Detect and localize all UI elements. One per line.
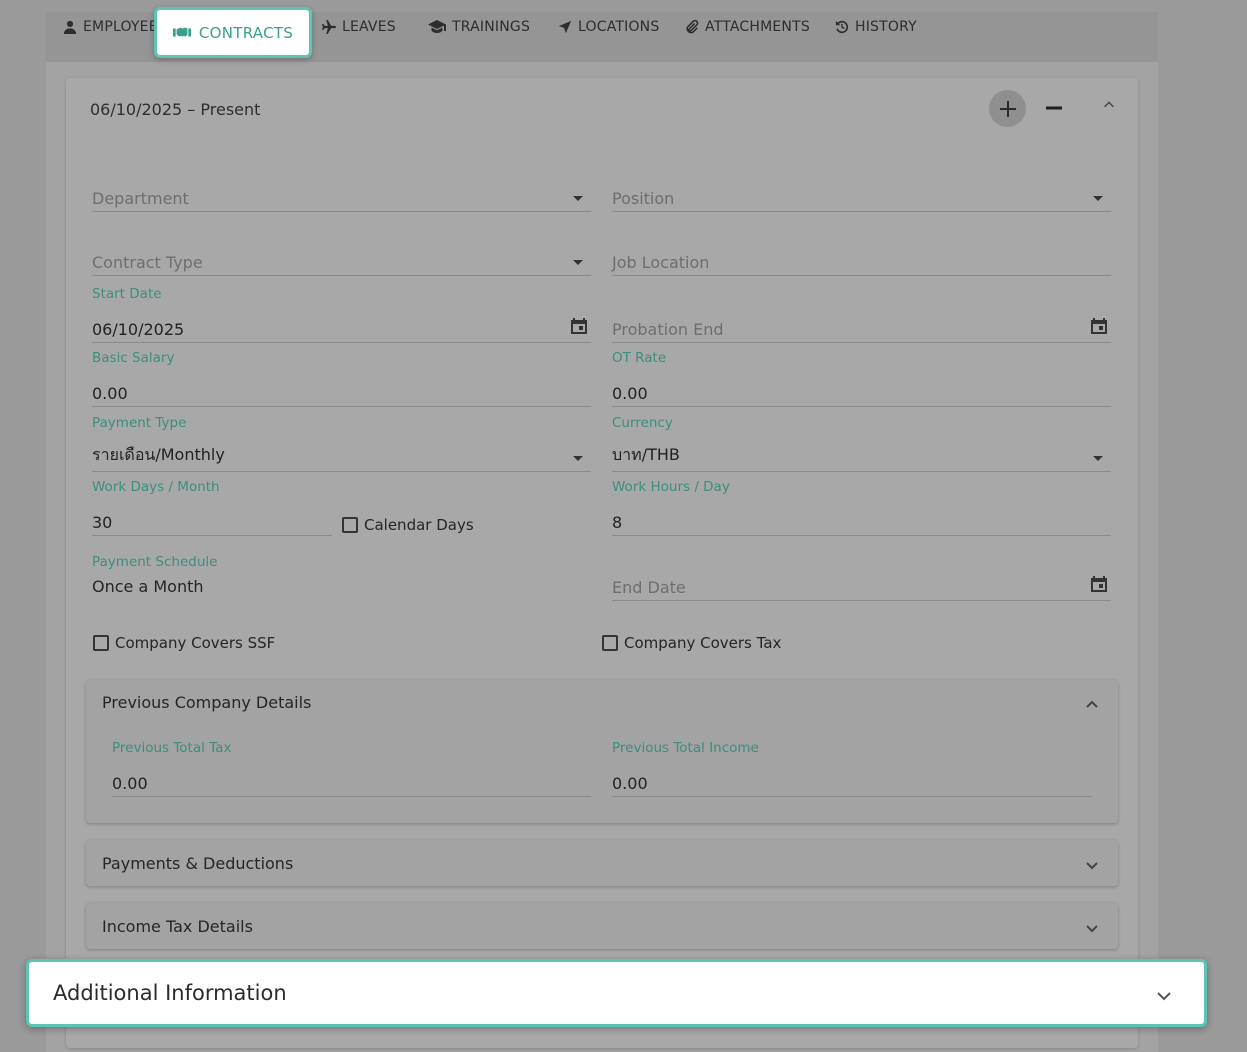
payment-type-value: รายเดือน/Monthly	[92, 445, 225, 464]
remove-contract-button[interactable]	[1040, 94, 1068, 122]
company-covers-tax-label: Company Covers Tax	[624, 634, 782, 652]
location-arrow-icon	[558, 20, 572, 34]
department-select[interactable]: Department	[92, 181, 591, 212]
payments-deductions-section[interactable]: Payments & Deductions	[86, 840, 1118, 886]
company-covers-tax-checkbox[interactable]: Company Covers Tax	[602, 634, 781, 652]
work-hours-day-value: 8	[612, 513, 623, 532]
additional-information-title: Additional Information	[53, 981, 287, 1005]
user-icon	[63, 20, 77, 34]
tab-attachments-label: ATTACHMENTS	[705, 19, 810, 35]
dropdown-arrow-icon	[573, 196, 583, 201]
job-location-input[interactable]: Job Location	[612, 245, 1111, 276]
contract-type-placeholder: Contract Type	[92, 253, 203, 272]
work-days-month-value: 30	[92, 513, 113, 532]
end-date-placeholder: End Date	[612, 578, 686, 597]
previous-total-income-input[interactable]: Previous Total Income 0.00	[612, 740, 1092, 797]
chevron-down-icon[interactable]	[1084, 857, 1100, 873]
chevron-up-icon[interactable]	[1084, 697, 1100, 713]
work-days-month-input[interactable]: Work Days / Month 30	[92, 479, 332, 536]
end-date-field[interactable]: End Date	[612, 570, 1111, 601]
previous-total-tax-value: 0.00	[112, 774, 148, 793]
contract-period: 06/10/2025 – Present	[90, 100, 261, 119]
tab-employee[interactable]: EMPLOYEE	[63, 17, 158, 37]
previous-company-section: Previous Company Details	[86, 680, 1118, 823]
checkbox-box[interactable]	[602, 635, 618, 651]
tab-contracts-label: CONTRACTS	[198, 23, 294, 42]
probation-end-field[interactable]: Probation End	[612, 312, 1111, 343]
ot-rate-label: OT Rate	[612, 350, 667, 366]
tab-trainings-label: TRAININGS	[452, 19, 531, 35]
tab-history[interactable]: HISTORY	[835, 17, 917, 37]
basic-salary-input[interactable]: Basic Salary 0.00	[92, 350, 591, 407]
calendar-days-checkbox[interactable]: Calendar Days	[342, 516, 474, 534]
calendar-icon[interactable]	[1089, 574, 1109, 594]
basic-salary-value: 0.00	[92, 384, 128, 403]
work-hours-day-input[interactable]: Work Hours / Day 8	[612, 479, 1111, 536]
tab-locations[interactable]: LOCATIONS	[558, 17, 659, 37]
previous-total-tax-input[interactable]: Previous Total Tax 0.00	[112, 740, 591, 797]
previous-company-title[interactable]: Previous Company Details	[102, 693, 311, 712]
collapse-contract-button[interactable]	[1096, 92, 1122, 118]
ot-rate-input[interactable]: OT Rate 0.00	[612, 350, 1111, 407]
dropdown-arrow-icon	[1093, 456, 1103, 461]
airplane-icon	[322, 20, 336, 34]
payments-deductions-title: Payments & Deductions	[102, 854, 294, 873]
company-covers-ssf-checkbox[interactable]: Company Covers SSF	[93, 634, 275, 652]
tab-attachments[interactable]: ATTACHMENTS	[685, 17, 810, 37]
basic-salary-label: Basic Salary	[92, 350, 175, 366]
job-location-placeholder: Job Location	[612, 253, 710, 272]
chevron-down-icon[interactable]	[1154, 986, 1174, 1006]
payment-type-label: Payment Type	[92, 415, 187, 431]
currency-value: บาท/THB	[612, 445, 680, 464]
payment-type-select[interactable]: Payment Type รายเดือน/Monthly	[92, 415, 591, 472]
checkbox-box[interactable]	[93, 635, 109, 651]
work-hours-day-label: Work Hours / Day	[612, 479, 730, 495]
tab-contracts[interactable]: CONTRACTS	[154, 7, 312, 58]
plus-icon	[999, 100, 1016, 117]
start-date-label: Start Date	[92, 286, 162, 302]
income-tax-section[interactable]: Income Tax Details	[86, 903, 1118, 949]
additional-information-section[interactable]: Additional Information	[26, 959, 1207, 1027]
tab-leaves[interactable]: LEAVES	[322, 17, 396, 37]
dropdown-arrow-icon	[1093, 196, 1103, 201]
department-placeholder: Department	[92, 189, 189, 208]
tab-trainings[interactable]: TRAININGS	[428, 17, 530, 37]
contract-type-select[interactable]: Contract Type	[92, 245, 591, 276]
calendar-icon[interactable]	[569, 316, 589, 336]
minus-icon	[1046, 106, 1062, 110]
chevron-down-icon[interactable]	[1084, 920, 1100, 936]
calendar-days-label: Calendar Days	[364, 516, 474, 534]
calendar-icon[interactable]	[1089, 316, 1109, 336]
income-tax-title: Income Tax Details	[102, 917, 253, 936]
previous-total-income-label: Previous Total Income	[612, 740, 759, 756]
tab-locations-label: LOCATIONS	[578, 19, 660, 35]
tab-employee-label: EMPLOYEE	[83, 19, 158, 35]
handshake-icon	[172, 27, 191, 37]
position-select[interactable]: Position	[612, 181, 1111, 212]
start-date-value: 06/10/2025	[92, 320, 185, 339]
work-days-month-label: Work Days / Month	[92, 479, 220, 495]
tab-leaves-label: LEAVES	[342, 19, 396, 35]
graduation-cap-icon	[428, 20, 446, 33]
position-placeholder: Position	[612, 189, 675, 208]
start-date-field[interactable]: Start Date 06/10/2025	[92, 286, 591, 343]
tab-history-label: HISTORY	[855, 19, 917, 35]
probation-end-placeholder: Probation End	[612, 320, 724, 339]
dropdown-arrow-icon	[573, 260, 583, 265]
paperclip-icon	[686, 20, 699, 34]
add-contract-button[interactable]	[989, 90, 1026, 127]
payment-schedule-value: Once a Month	[92, 577, 204, 596]
checkbox-box[interactable]	[342, 517, 358, 533]
previous-total-tax-label: Previous Total Tax	[112, 740, 232, 756]
payment-schedule-label: Payment Schedule	[92, 554, 218, 570]
previous-total-income-value: 0.00	[612, 774, 648, 793]
company-covers-ssf-label: Company Covers SSF	[115, 634, 276, 652]
history-icon	[835, 20, 849, 34]
currency-label: Currency	[612, 415, 673, 431]
dropdown-arrow-icon	[573, 456, 583, 461]
currency-select[interactable]: Currency บาท/THB	[612, 415, 1111, 472]
ot-rate-value: 0.00	[612, 384, 648, 403]
chevron-up-icon	[1104, 101, 1114, 108]
